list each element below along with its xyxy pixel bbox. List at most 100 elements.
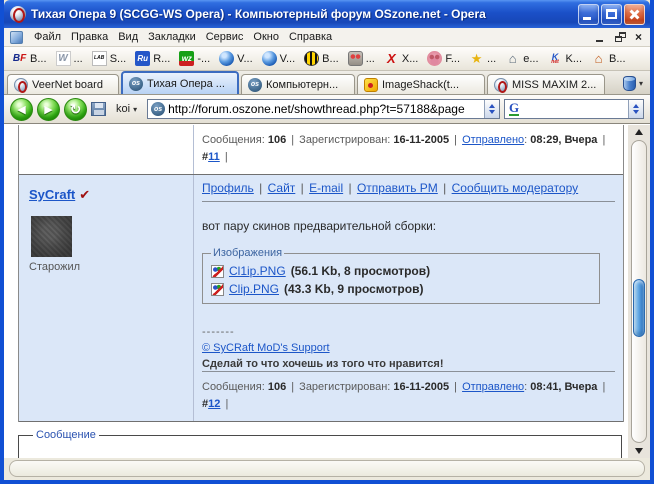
forward-button[interactable]: ▶ xyxy=(37,97,60,121)
maximize-icon xyxy=(606,8,617,19)
url-input[interactable] xyxy=(168,101,484,117)
menu-file[interactable]: Файл xyxy=(29,29,66,45)
bookmark-item[interactable]: F... xyxy=(423,50,464,67)
scroll-down-button[interactable] xyxy=(628,444,650,458)
post-links: Профиль | Сайт | E-mail | Отправить PM |… xyxy=(194,175,623,200)
image-attachment-icon xyxy=(211,282,224,296)
back-button[interactable]: ◀ xyxy=(10,97,33,121)
menu-edit[interactable]: Правка xyxy=(66,29,113,45)
tab-veernet[interactable]: VeerNet board xyxy=(7,74,119,94)
menu-view[interactable]: Вид xyxy=(113,29,143,45)
bookmark-favicon: W xyxy=(55,51,71,66)
menu-bookmarks[interactable]: Закладки xyxy=(143,29,201,45)
profile-link[interactable]: Профиль xyxy=(202,181,254,195)
bookmark-item[interactable]: X X... xyxy=(380,50,423,67)
bookmark-item[interactable]: ⌂ B... xyxy=(587,50,630,67)
bookmark-item[interactable]: LAB S... xyxy=(88,50,131,67)
sent-link[interactable]: Отправлено xyxy=(462,134,524,146)
pig-icon xyxy=(427,51,443,66)
tab-miss-maxim[interactable]: MISS MAXIM 2... xyxy=(487,74,605,94)
post-number-link[interactable]: 11 xyxy=(208,151,220,163)
oszone-favicon: os xyxy=(151,102,166,116)
search-input[interactable] xyxy=(521,101,628,117)
bookmark-item[interactable]: V... xyxy=(258,50,300,67)
mdi-minimize-icon xyxy=(595,40,603,42)
separator: | xyxy=(291,381,295,394)
author-link[interactable]: SyCraft xyxy=(29,187,75,202)
separator: | xyxy=(602,134,606,146)
vertical-scrollbar[interactable] xyxy=(628,125,650,458)
search-dropdown-button[interactable] xyxy=(628,100,643,118)
tab-computer-forum[interactable]: os Компьютерн... xyxy=(241,74,355,94)
opera-app-icon xyxy=(10,6,26,23)
bookmark-item[interactable]: V... xyxy=(215,50,257,67)
signature-link[interactable]: © SyCRaft MoD's Support xyxy=(202,342,330,354)
opera-window: Тихая Опера 9 (SCGG-WS Opera) - Компьюте… xyxy=(0,0,654,484)
maximize-button[interactable] xyxy=(601,3,622,25)
closed-tabs-button[interactable]: ▾ xyxy=(619,76,647,94)
close-button[interactable] xyxy=(624,3,645,25)
separator: | xyxy=(291,134,295,146)
window-controls xyxy=(578,3,645,25)
bookmark-item[interactable]: wz -... xyxy=(175,50,214,67)
address-dropdown-button[interactable] xyxy=(484,100,499,118)
tab-imageshack[interactable]: ImageShack(t... xyxy=(357,74,485,94)
bookmark-item[interactable]: W... xyxy=(52,50,87,67)
separator: | xyxy=(225,398,229,411)
mdi-minimize-button[interactable] xyxy=(595,32,606,42)
status-bar xyxy=(4,458,650,480)
menu-help[interactable]: Справка xyxy=(284,29,337,45)
attachment-row: Clip.PNG (43.3 Kb, 9 просмотров) xyxy=(211,280,591,298)
user-title: Старожил xyxy=(29,261,81,274)
beeline-icon xyxy=(304,51,320,66)
post-row: SyCraft ✔ Старожил Профиль | Сайт | E-mai… xyxy=(19,175,623,423)
search-field[interactable]: G xyxy=(504,99,644,119)
minimize-button[interactable] xyxy=(578,3,599,25)
reload-button[interactable]: ↻ xyxy=(64,97,87,121)
globe-icon xyxy=(219,51,235,66)
tab-tihaya-opera[interactable]: os Тихая Опера ... xyxy=(121,71,239,94)
menu-tools[interactable]: Сервис xyxy=(201,29,249,45)
mdi-restore-button[interactable] xyxy=(614,32,626,42)
menubar: Файл Правка Вид Закладки Сервис Окно Спр… xyxy=(4,28,650,47)
titlebar[interactable]: Тихая Опера 9 (SCGG-WS Opera) - Компьюте… xyxy=(4,0,650,28)
save-icon[interactable] xyxy=(91,102,106,116)
scrollbar-track[interactable] xyxy=(631,140,647,443)
sent-link[interactable]: Отправлено xyxy=(462,381,524,393)
attachment-row: Cl1ip.PNG (56.1 Kb, 8 просмотров) xyxy=(211,262,591,280)
attachments-box: Изображения Cl1ip.PNG (56.1 Kb, 8 просмо… xyxy=(202,247,600,305)
send-pm-link[interactable]: Отправить PM xyxy=(357,181,438,195)
attachment-link[interactable]: Cl1ip.PNG xyxy=(229,264,286,278)
signature: ------- © SyCRaft MoD's Support Сделай т… xyxy=(202,326,444,371)
opera-page-icon xyxy=(494,77,508,93)
bookmark-item[interactable]: B... xyxy=(300,50,343,67)
oszone-favicon: os xyxy=(248,77,262,92)
minimize-icon xyxy=(583,16,591,20)
encoding-selector[interactable]: koi ▾ xyxy=(110,101,143,117)
bookmark-favicon: X xyxy=(387,51,396,66)
menu-window[interactable]: Окно xyxy=(248,29,284,45)
scrollbar-thumb[interactable] xyxy=(633,279,645,337)
bookmark-item[interactable]: Knet K... xyxy=(544,50,587,67)
reply-form-box: Сообщение xyxy=(18,429,622,458)
separator: | xyxy=(454,381,457,394)
scroll-up-button[interactable] xyxy=(628,125,650,139)
previous-post-footer-row: Сообщения: 106 | Зарегистрирован: 16-11-… xyxy=(19,125,623,176)
post-number-link[interactable]: 12 xyxy=(208,398,220,410)
address-field[interactable]: os xyxy=(147,99,500,119)
chevron-down-icon: ▾ xyxy=(133,104,138,114)
bookmark-item[interactable]: Ru R... xyxy=(131,50,174,67)
mdi-close-button[interactable]: × xyxy=(635,31,642,43)
bookmark-item[interactable]: ★... xyxy=(465,50,500,67)
separator: | xyxy=(348,181,352,196)
attachment-link[interactable]: Clip.PNG xyxy=(229,282,279,296)
separator: | xyxy=(443,181,447,196)
post-body-cell: Профиль | Сайт | E-mail | Отправить PM |… xyxy=(194,175,623,421)
site-link[interactable]: Сайт xyxy=(268,181,296,195)
email-link[interactable]: E-mail xyxy=(309,181,343,195)
bookmark-item[interactable]: ... xyxy=(344,50,379,67)
separator: | xyxy=(224,151,228,164)
bookmark-item[interactable]: ⌂ e... xyxy=(501,50,542,67)
report-moderator-link[interactable]: Сообщить модератору xyxy=(452,181,579,195)
bookmark-item[interactable]: B F B... xyxy=(8,50,51,67)
